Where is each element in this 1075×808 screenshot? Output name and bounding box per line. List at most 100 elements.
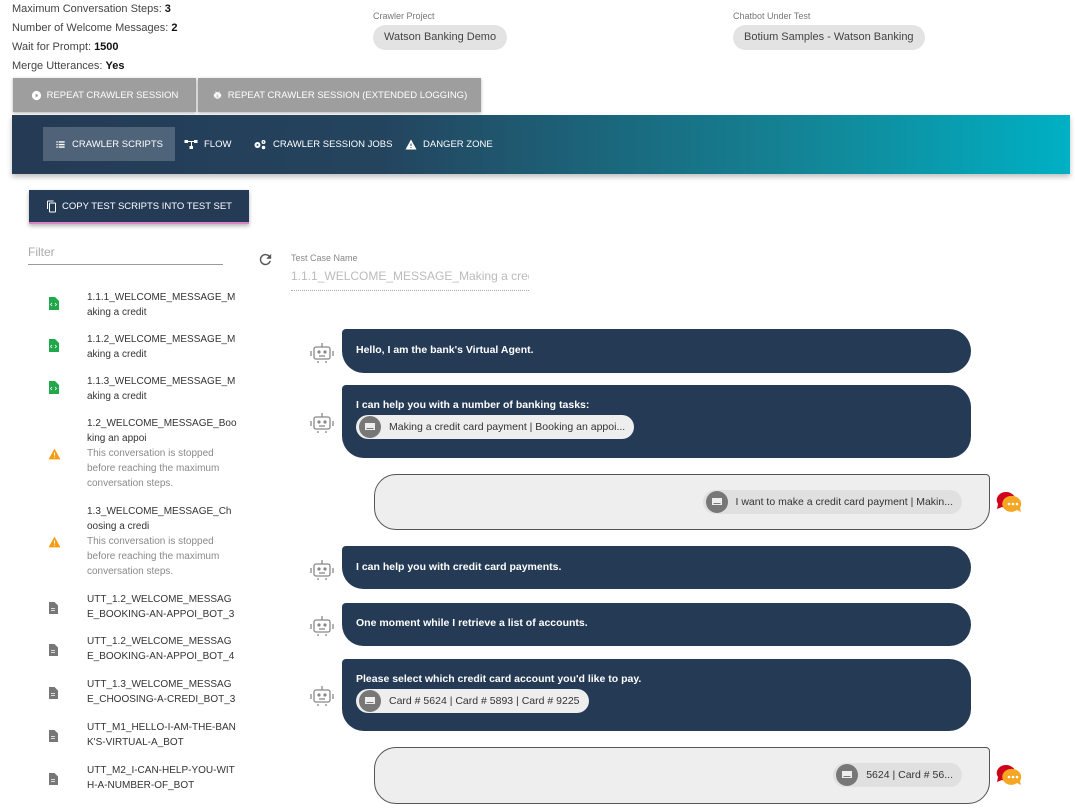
user-message-chip[interactable]: I want to make a credit card payment | M… (702, 490, 962, 514)
document-icon (49, 773, 58, 785)
list-item[interactable]: UTT_1.3_WELCOME_MESSAGE_CHOOSING-A-CREDI… (0, 677, 245, 713)
tab-crawler-scripts[interactable]: CRAWLER SCRIPTS (43, 127, 175, 161)
user-message-chip-text: 5624 | Card # 56... (866, 769, 953, 781)
quick-reply-chip[interactable]: Card # 5624 | Card # 5893 | Card # 9225 (356, 689, 589, 713)
warning-icon (48, 448, 61, 460)
merge-utterances-label: Merge Utterances: (12, 60, 103, 72)
max-steps-value: 3 (164, 3, 171, 15)
max-steps-label: Maximum Conversation Steps: (12, 3, 162, 15)
robot-icon (310, 413, 334, 433)
bot-message: I can help you with a number of banking … (342, 385, 971, 458)
crawler-project-chip[interactable]: Watson Banking Demo (373, 25, 508, 50)
list-item[interactable]: UTT_M2_I-CAN-HELP-YOU-WITH-A-NUMBER-OF_B… (0, 763, 245, 799)
keyboard-icon (705, 491, 728, 513)
tab-crawler-session-jobs[interactable]: CRAWLER SESSION JOBS (241, 127, 404, 161)
filter-input[interactable]: Filter (28, 243, 223, 265)
list-item-title-text: 1.3_WELCOME_MESSAGE_Choosing a credi (87, 506, 232, 532)
list-item-title: UTT_M1_HELLO-I-AM-THE-BANK'S-VIRTUAL-A_B… (87, 722, 236, 748)
list-item-title: UTT_1.3_WELCOME_MESSAGE_CHOOSING-A-CREDI… (87, 679, 236, 705)
flow-icon (184, 139, 198, 149)
repeat-crawler-session-button[interactable]: REPEAT CRAWLER SESSION (13, 78, 196, 112)
play-circle-icon (31, 90, 41, 100)
repeat-crawler-session-extended-label: REPEAT CRAWLER SESSION (EXTENDED LOGGING… (227, 89, 468, 101)
list-item[interactable]: UTT_1.2_WELCOME_MESSAGE_BOOKING-AN-APPOI… (0, 634, 245, 670)
list-item-note: This conversation is stopped before reac… (87, 536, 220, 577)
user-message-chip[interactable]: 5624 | Card # 56... (833, 763, 962, 787)
tab-flow-label: FLOW (204, 138, 232, 150)
user-message: 5624 | Card # 56... (374, 747, 990, 804)
quick-reply-chip-text: Making a credit card payment | Booking a… (389, 421, 626, 433)
document-icon (49, 687, 58, 699)
robot-icon (310, 616, 334, 636)
list-item[interactable]: 1.1.2_WELCOME_MESSAGE_Making a credit (0, 332, 245, 368)
max-steps-row: Maximum Conversation Steps: 3 (12, 0, 177, 19)
user-message-chip-text: I want to make a credit card payment | M… (735, 496, 954, 508)
test-case-name-label: Test Case Name (291, 253, 358, 263)
list-item[interactable]: 1.1.1_WELCOME_MESSAGE_Making a credit (0, 290, 245, 326)
wait-for-prompt-label: Wait for Prompt: (12, 41, 92, 53)
crawler-session-info: Maximum Conversation Steps: 3 Number of W… (12, 0, 177, 76)
bug-icon (213, 90, 221, 99)
keyboard-icon (359, 416, 381, 438)
list-item-title: UTT_M2_I-CAN-HELP-YOU-WITH-A-NUMBER-OF_B… (87, 765, 235, 791)
copy-icon (47, 200, 56, 212)
copy-test-scripts-button[interactable]: COPY TEST SCRIPTS INTO TEST SET (29, 190, 249, 224)
list-item-title: UTT_1.2_WELCOME_MESSAGE_BOOKING-AN-APPOI… (87, 594, 235, 620)
tab-flow[interactable]: FLOW (172, 127, 243, 161)
test-case-name-input[interactable]: 1.1.1_WELCOME_MESSAGE_Making a credit (291, 269, 529, 291)
robot-icon (310, 686, 334, 706)
robot-icon (310, 343, 334, 363)
user-message: I want to make a credit card payment | M… (374, 474, 990, 530)
bot-message: Please select which credit card account … (342, 659, 971, 731)
keyboard-icon (359, 690, 381, 712)
bot-message-text: One moment while I retrieve a list of ac… (356, 617, 588, 629)
list-item[interactable]: UTT_M1_HELLO-I-AM-THE-BANK'S-VIRTUAL-A_B… (0, 720, 245, 756)
crawler-project: Crawler Project Watson Banking Demo (373, 11, 508, 50)
merge-utterances-row: Merge Utterances: Yes (12, 57, 177, 76)
merge-utterances-value: Yes (105, 60, 125, 72)
refresh-icon[interactable] (257, 251, 274, 268)
list-item-title: 1.1.1_WELCOME_MESSAGE_Making a credit (87, 292, 236, 318)
tab-crawler-session-jobs-label: CRAWLER SESSION JOBS (273, 138, 393, 150)
list-item-title: 1.3_WELCOME_MESSAGE_Choosing a credi This… (87, 504, 237, 579)
list-item[interactable]: 1.1.3_WELCOME_MESSAGE_Making a credit (0, 374, 245, 410)
repeat-crawler-session-extended-button[interactable]: REPEAT CRAWLER SESSION (EXTENDED LOGGING… (198, 78, 481, 112)
document-icon (49, 602, 58, 614)
repeat-crawler-session-label: REPEAT CRAWLER SESSION (46, 89, 179, 101)
script-ok-icon (49, 381, 59, 394)
gears-icon (254, 139, 266, 149)
bot-message-text: I can help you with a number of banking … (356, 399, 590, 411)
document-icon (49, 730, 58, 742)
script-ok-icon (49, 297, 59, 310)
user-chat-icon (996, 764, 1022, 785)
chatbot-under-test-chip[interactable]: Botium Samples - Watson Banking (733, 25, 925, 50)
keyboard-icon (836, 764, 859, 786)
chatbot-under-test: Chatbot Under Test Botium Samples - Wats… (733, 11, 925, 50)
welcome-messages-row: Number of Welcome Messages: 2 (12, 19, 177, 38)
quick-reply-chip-text: Card # 5624 | Card # 5893 | Card # 9225 (389, 695, 580, 707)
list-item[interactable]: 1.3_WELCOME_MESSAGE_Choosing a credi This… (0, 504, 245, 584)
list-item[interactable]: 1.2_WELCOME_MESSAGE_Booking an appoi This… (0, 416, 245, 496)
list-item-title: UTT_1.2_WELCOME_MESSAGE_BOOKING-AN-APPOI… (87, 636, 235, 662)
tab-danger-zone[interactable]: DANGER ZONE (393, 127, 505, 161)
bot-message: I can help you with credit card payments… (342, 546, 971, 589)
robot-icon (310, 560, 334, 580)
script-ok-icon (49, 339, 59, 352)
list-item-title: 1.1.3_WELCOME_MESSAGE_Making a credit (87, 376, 236, 402)
tab-crawler-scripts-label: CRAWLER SCRIPTS (72, 138, 163, 150)
user-chat-icon (996, 491, 1022, 512)
tab-danger-zone-label: DANGER ZONE (423, 138, 493, 150)
bot-message-text: I can help you with credit card payments… (356, 561, 562, 573)
quick-reply-chip[interactable]: Making a credit card payment | Booking a… (356, 415, 635, 439)
welcome-messages-value: 2 (171, 22, 178, 34)
copy-test-scripts-label: COPY TEST SCRIPTS INTO TEST SET (62, 200, 232, 212)
bot-message: Hello, I am the bank's Virtual Agent. (342, 329, 971, 373)
document-icon (49, 644, 58, 656)
chatbot-under-test-label: Chatbot Under Test (733, 11, 811, 21)
bot-message-text: Hello, I am the bank's Virtual Agent. (356, 344, 534, 356)
list-icon (56, 140, 65, 148)
warning-icon (405, 139, 417, 149)
wait-for-prompt-value: 1500 (94, 41, 119, 53)
list-item-note: This conversation is stopped before reac… (87, 448, 220, 489)
list-item[interactable]: UTT_1.2_WELCOME_MESSAGE_BOOKING-AN-APPOI… (0, 592, 245, 628)
